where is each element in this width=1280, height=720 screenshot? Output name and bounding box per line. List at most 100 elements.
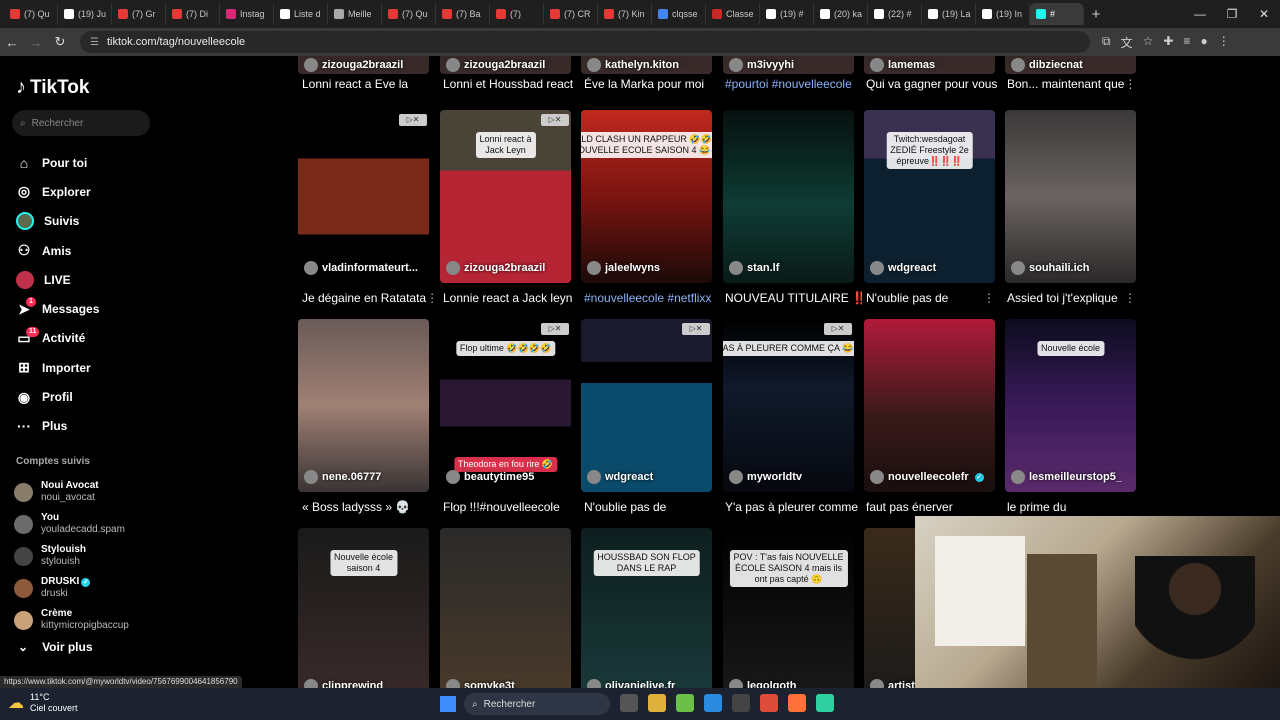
browser-tab[interactable]: (19) Ju — [58, 3, 112, 25]
more-options-icon[interactable]: ⋮ — [426, 291, 438, 305]
video-caption[interactable]: N'oublie pas de — [580, 500, 721, 514]
video-caption[interactable]: « Boss ladysss » 💀 — [298, 500, 439, 514]
followed-account[interactable]: Stylouish stylouish — [14, 540, 129, 572]
translate-icon[interactable]: 文 — [1121, 34, 1133, 51]
browser-tab[interactable]: clqsse — [652, 3, 706, 25]
video-caption[interactable]: #pourtoi #nouvelleecole — [721, 77, 862, 91]
browser-tab[interactable]: (19) In — [976, 3, 1030, 25]
windows-start-icon[interactable] — [440, 696, 456, 712]
more-options-icon[interactable]: ⋮ — [983, 291, 995, 305]
nav-item-importer[interactable]: ⊞ Importer — [16, 353, 99, 382]
browser-tab[interactable]: (19) # — [760, 3, 814, 25]
video-caption[interactable]: NOUVEAU TITULAIRE ‼️ — [721, 291, 862, 305]
video-card[interactable]: Nouvelle école lesmeilleurstop5_ — [1005, 319, 1136, 492]
video-card[interactable]: Y'A PAS À PLEURER COMME ÇA 😂😂😂 ▷✕ myworldt… — [723, 319, 854, 492]
browser-tab[interactable]: (22) # — [868, 3, 922, 25]
reload-icon[interactable]: ↻ — [48, 34, 72, 50]
video-card[interactable]: somyke3t — [440, 528, 571, 688]
video-card[interactable]: souhaili.ich — [1005, 110, 1136, 283]
video-caption[interactable]: le prime du — [1003, 500, 1138, 514]
ad-close-icon[interactable]: ▷✕ — [824, 323, 852, 335]
video-card[interactable]: Lonni react à Jack Leyn ▷✕ zizouga2braazil — [440, 110, 571, 283]
edge-icon[interactable] — [704, 694, 722, 712]
site-info-icon[interactable]: ☰ — [90, 37, 99, 48]
video-card[interactable]: Twitch:wesdagoat ZEDIÉ Freestyle 2e épre… — [864, 110, 995, 283]
nav-item-profil[interactable]: ◉ Profil — [16, 382, 99, 411]
nav-item-amis[interactable]: ⚇ Amis — [16, 236, 99, 265]
extensions-icon[interactable]: ✚ — [1163, 34, 1173, 51]
video-card[interactable]: VALD CLASH UN RAPPEUR 🤣🤣🤣 NOUVELLE ECOLE… — [581, 110, 712, 283]
browser-tab[interactable]: (7) Kin — [598, 3, 652, 25]
video-card[interactable]: zizouga2braazil — [440, 56, 571, 74]
video-card[interactable]: zizouga2braazil — [298, 56, 429, 74]
ad-close-icon[interactable]: ▷✕ — [541, 114, 569, 126]
more-options-icon[interactable]: ⋮ — [1124, 291, 1136, 305]
video-card[interactable]: dibziecnat — [1005, 56, 1136, 74]
new-tab-icon[interactable]: + — [1084, 6, 1108, 23]
video-caption[interactable]: Lonni et Houssbad react — [439, 77, 580, 91]
ad-close-icon[interactable]: ▷✕ — [541, 323, 569, 335]
back-icon[interactable]: ← — [0, 35, 24, 50]
nav-item-live[interactable]: LIVE — [16, 265, 99, 294]
browser-tab[interactable]: Instag — [220, 3, 274, 25]
video-card[interactable]: stan.lf — [723, 110, 854, 283]
video-card[interactable]: nouvelleecolefr ✓ — [864, 319, 995, 492]
nav-item-activit[interactable]: ▭ 11 Activité — [16, 324, 99, 353]
nav-item-messages[interactable]: ➤ 1 Messages — [16, 294, 99, 323]
video-caption[interactable]: Je dégaine en Ratatata ⋮ — [298, 291, 439, 305]
browser-tab[interactable]: (7) Qu — [382, 3, 436, 25]
followed-account[interactable]: Noui Avocat noui_avocat — [14, 476, 129, 508]
followed-account[interactable]: DRUSKI ✓ druski — [14, 572, 129, 604]
video-caption[interactable]: faut pas énerver — [862, 500, 1003, 514]
minimize-icon[interactable]: — — [1184, 0, 1216, 28]
restore-icon[interactable]: ❐ — [1216, 0, 1248, 28]
browser-tab[interactable]: (7) Di — [166, 3, 220, 25]
url-input[interactable]: ☰ tiktok.com/tag/nouvelleecole — [80, 31, 1090, 53]
see-more-button[interactable]: ⌄ Voir plus — [18, 640, 93, 654]
browser-tab[interactable]: (19) La — [922, 3, 976, 25]
ad-close-icon[interactable]: ▷✕ — [682, 323, 710, 335]
video-card[interactable]: HOUSSBAD SON FLOP DANS LE RAP olivanieliv… — [581, 528, 712, 688]
xbox-icon[interactable] — [676, 694, 694, 712]
install-icon[interactable]: ⧉ — [1102, 34, 1111, 51]
browser-tab[interactable]: Liste d — [274, 3, 328, 25]
video-card[interactable]: nene.06777 — [298, 319, 429, 492]
reading-list-icon[interactable]: ≡ — [1183, 34, 1190, 51]
browser-tab[interactable]: (20) ka — [814, 3, 868, 25]
search-input[interactable]: ⌕ Rechercher — [12, 110, 150, 136]
close-window-icon[interactable]: ✕ — [1248, 0, 1280, 28]
video-caption[interactable]: Lonni react a Eve la — [298, 77, 439, 91]
browser-tab[interactable]: # — [1030, 3, 1084, 25]
video-caption[interactable]: Qui va gagner pour vous — [862, 77, 1003, 91]
browser-tab[interactable]: Classe — [706, 3, 760, 25]
video-caption[interactable]: Y'a pas à pleurer comme — [721, 500, 862, 514]
video-card[interactable]: ▷✕ wdgreact — [581, 319, 712, 492]
video-card[interactable]: ▷✕ vladinformateurt... — [298, 110, 429, 283]
tiktok-logo[interactable]: ♪ TikTok — [16, 76, 89, 99]
task-view-icon[interactable] — [620, 694, 638, 712]
browser-tab[interactable]: (7) CR — [544, 3, 598, 25]
forward-icon[interactable]: → — [24, 35, 48, 50]
video-card[interactable]: Flop ultime 🤣🤣🤣🤣 Theodora en fou rire 🤣 ▷✕… — [440, 319, 571, 492]
video-card[interactable]: kathelyn.kiton — [581, 56, 712, 74]
video-card[interactable]: lamemas — [864, 56, 995, 74]
menu-icon[interactable]: ⋮ — [1218, 34, 1230, 51]
video-caption[interactable]: #nouvelleecole #netflixx — [580, 291, 721, 305]
file-explorer-icon[interactable] — [648, 694, 666, 712]
nav-item-suivis[interactable]: Suivis — [16, 207, 99, 236]
app-icon[interactable] — [816, 694, 834, 712]
store-icon[interactable] — [732, 694, 750, 712]
video-caption[interactable]: Éve la Marka pour moi — [580, 77, 721, 91]
browser-tab[interactable]: (7) Ba — [436, 3, 490, 25]
taskbar-search[interactable]: ⌕ Rechercher — [464, 693, 610, 715]
video-caption[interactable]: Flop !!!#nouvelleecole — [439, 500, 580, 514]
nav-item-explorer[interactable]: ◎ Explorer — [16, 177, 99, 206]
video-card[interactable]: m3ivyyhi — [723, 56, 854, 74]
video-caption[interactable]: Lonnie react a Jack leyn — [439, 291, 580, 305]
video-card[interactable]: Nouvelle école saison 4 clipprewind — [298, 528, 429, 688]
video-caption[interactable]: Bon... maintenant que ⋮ — [1003, 77, 1138, 91]
followed-account[interactable]: Crème kittymicropigbaccup — [14, 604, 129, 636]
firefox-icon[interactable] — [788, 694, 806, 712]
browser-tab[interactable]: (7) — [490, 3, 544, 25]
video-caption[interactable]: Assied toi j't'explique ⋮ — [1003, 291, 1138, 305]
